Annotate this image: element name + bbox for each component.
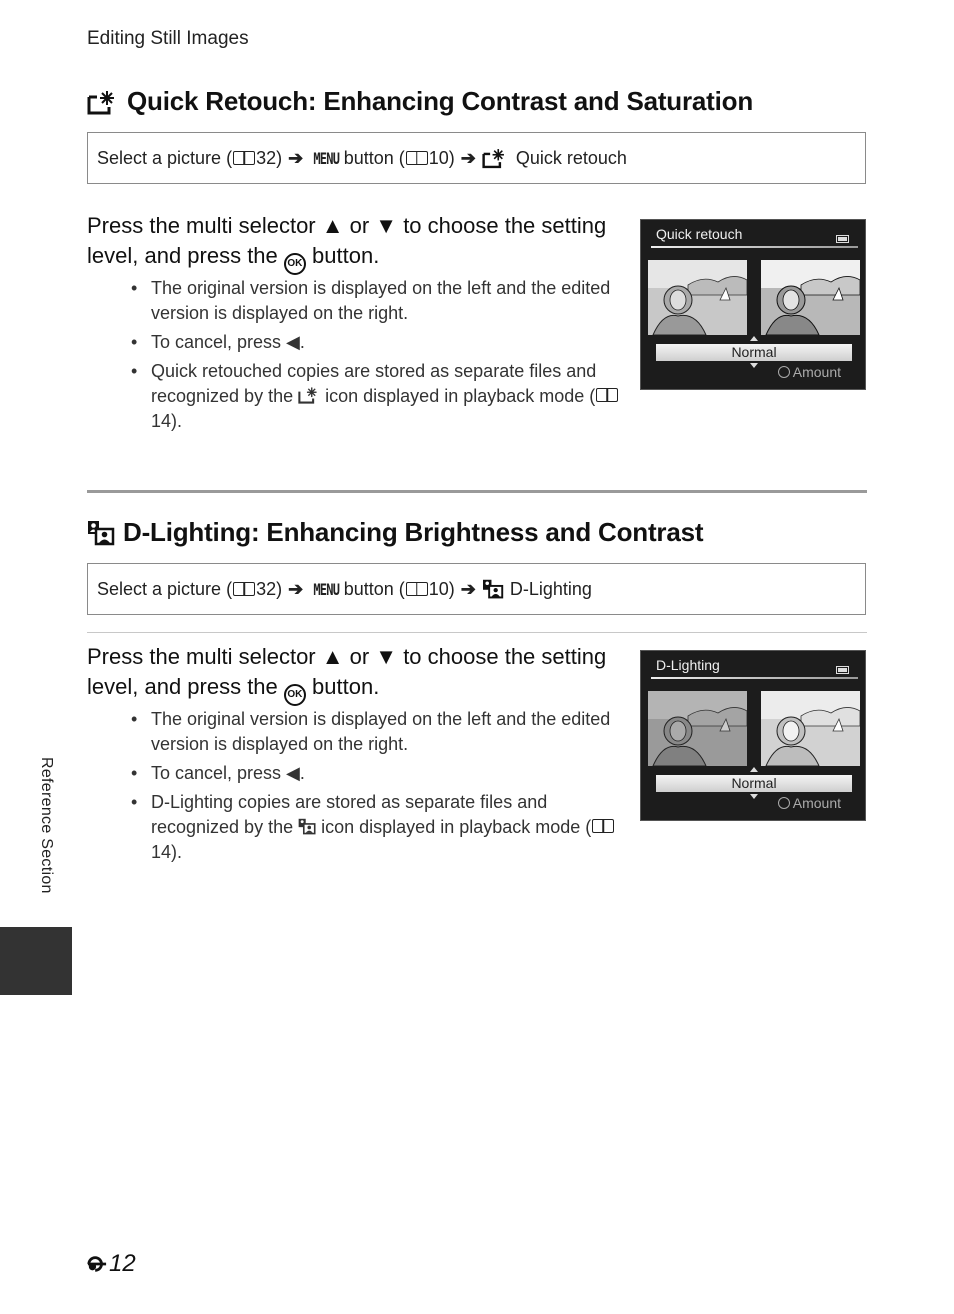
battery-icon [836,235,849,243]
list-item: To cancel, press ◀. [131,761,621,786]
menu-path-box: Select a picture ( 32) ➔ MENU button ( 1… [87,563,866,615]
step-instruction: Press the multi selector ▲ or ▼ to choos… [87,211,607,275]
screen-title: D-Lighting [656,657,720,673]
original-image [648,260,747,335]
list-item: The original version is displayed on the… [131,276,621,326]
d-lighting-icon [482,579,504,599]
book-icon [233,582,256,596]
section-title-d-lighting: D-Lighting: Enhancing Brightness and Con… [87,517,704,548]
down-arrow-icon [750,363,758,368]
up-arrow-icon [750,767,758,772]
book-icon [233,151,256,165]
book-icon [405,151,428,165]
camera-screen-quick-retouch: Quick retouch Normal Amount [640,219,866,390]
list-item: To cancel, press ◀. [131,330,621,355]
step-instruction: Press the multi selector ▲ or ▼ to choos… [87,642,607,706]
reference-section-e-icon [87,1256,107,1272]
page-number: 12 [87,1250,136,1278]
screen-title: Quick retouch [656,226,743,242]
d-lighting-icon [88,520,115,545]
side-tab-marker [0,927,72,995]
bullet-list: The original version is displayed on the… [131,276,621,438]
bullet-list: The original version is displayed on the… [131,707,621,869]
book-icon [405,582,428,596]
edited-image [761,691,860,766]
down-arrow-icon [750,794,758,799]
ok-button-icon: OK [283,253,306,275]
battery-icon [836,666,849,674]
list-item: D-Lighting copies are stored as separate… [131,790,621,865]
menu-path-box: Select a picture ( 32) ➔ MENU button ( 1… [87,132,866,184]
list-item: Quick retouched copies are stored as sep… [131,359,621,434]
book-icon [596,388,619,402]
quick-retouch-icon [87,90,114,114]
original-image [648,691,747,766]
book-icon [592,819,615,833]
d-lighting-icon [298,818,316,835]
menu-button-label: MENU [313,579,340,599]
running-head: Editing Still Images [87,28,249,49]
level-selector[interactable]: Normal [656,775,852,792]
multi-selector-icon [777,366,790,378]
section-title-quick-retouch: Quick Retouch: Enhancing Contrast and Sa… [87,86,753,117]
level-selector[interactable]: Normal [656,344,852,361]
arrow-right-icon: ➔ [288,578,304,599]
edited-image [761,260,860,335]
list-item: The original version is displayed on the… [131,707,621,757]
arrow-right-icon: ➔ [460,147,476,168]
quick-retouch-icon [482,149,504,169]
quick-retouch-icon [298,387,317,404]
side-section-label: Reference Section [38,757,55,894]
arrow-right-icon: ➔ [288,147,304,168]
menu-button-label: MENU [313,148,340,168]
section-divider [87,490,867,493]
arrow-right-icon: ➔ [460,578,476,599]
ok-button-icon: OK [283,684,306,706]
up-arrow-icon [750,336,758,341]
camera-screen-d-lighting: D-Lighting Normal Amount [640,650,866,821]
multi-selector-icon [777,797,790,809]
